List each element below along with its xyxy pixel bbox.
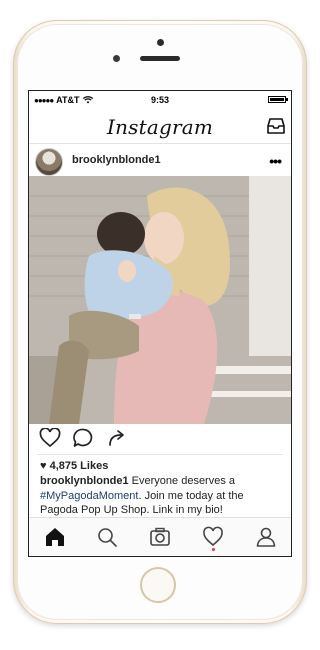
caption-hashtag[interactable]: #MyPagodaMoment bbox=[40, 490, 138, 502]
profile-icon[interactable] bbox=[255, 526, 277, 548]
instagram-logo: Instagram bbox=[106, 115, 214, 139]
bottom-tab-bar bbox=[29, 517, 291, 556]
status-bar: ●●●●● AT&T 9:53 bbox=[29, 91, 291, 109]
comment-icon[interactable] bbox=[73, 428, 94, 448]
home-icon[interactable] bbox=[44, 526, 66, 548]
inbox-icon[interactable] bbox=[267, 118, 285, 134]
likes-divider bbox=[37, 454, 283, 455]
likes-heart-icon: ♥ bbox=[40, 460, 47, 472]
photo-illustration bbox=[29, 176, 291, 424]
avatar[interactable] bbox=[35, 148, 63, 176]
post-username[interactable]: brooklynblonde1 bbox=[72, 154, 161, 166]
earpiece-speaker bbox=[140, 56, 180, 61]
status-time: 9:53 bbox=[150, 95, 169, 105]
notification-dot bbox=[212, 548, 215, 551]
likes-count-label: 4,875 Likes bbox=[49, 460, 109, 472]
caption-text-1: Everyone deserves a bbox=[128, 475, 236, 487]
share-icon[interactable] bbox=[107, 428, 127, 448]
battery-icon bbox=[268, 96, 288, 103]
app-header: Instagram bbox=[29, 109, 291, 144]
post-photo[interactable] bbox=[29, 176, 291, 424]
post-header: brooklynblonde1 ••• bbox=[29, 144, 291, 176]
post-caption: brooklynblonde1 Everyone deserves a #MyP… bbox=[40, 474, 281, 518]
caption-username[interactable]: brooklynblonde1 bbox=[40, 475, 129, 487]
camera-icon[interactable] bbox=[149, 526, 171, 548]
proximity-sensor bbox=[113, 55, 120, 62]
search-icon[interactable] bbox=[96, 526, 118, 548]
like-heart-icon[interactable] bbox=[39, 428, 61, 448]
likes-count[interactable]: ♥ 4,875 Likes bbox=[40, 460, 108, 472]
post-action-bar bbox=[29, 428, 291, 454]
front-camera bbox=[157, 39, 164, 46]
more-options-icon[interactable]: ••• bbox=[269, 153, 282, 169]
phone-screen: ●●●●● AT&T 9:53 Instagram brooklynblonde… bbox=[28, 90, 292, 557]
heart-icon[interactable] bbox=[202, 526, 224, 548]
home-button[interactable] bbox=[140, 567, 176, 603]
